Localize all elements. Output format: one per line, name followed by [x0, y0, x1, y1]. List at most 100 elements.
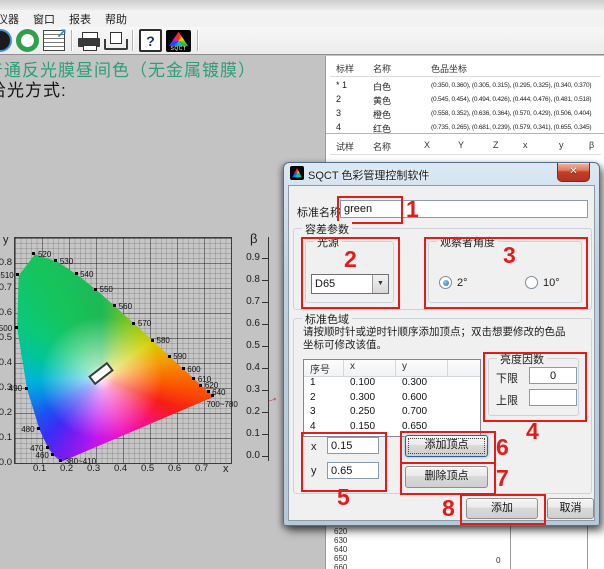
vertex-cell: 0.300 — [344, 392, 396, 407]
y-tick-label: 0.5 — [0, 332, 12, 343]
vertex-table-header: 序号xy — [304, 360, 480, 377]
page-subtitle: 给光方式: — [0, 76, 67, 101]
standards-col-header: 色品坐标 — [431, 62, 467, 75]
wavelength-label: 470 — [30, 444, 43, 453]
wavelength-label: 600 — [187, 365, 200, 374]
vertex-cell: 0.300 — [396, 377, 448, 392]
standards-row-id[interactable]: 4 — [336, 122, 341, 132]
beta-tick-label: 0.0 — [234, 450, 260, 461]
locus-point-dot — [25, 387, 28, 390]
beta-tick-label: 0.9 — [234, 252, 260, 263]
wavelength-label: 540 — [80, 270, 93, 279]
standards-row-name[interactable]: 黄色 — [373, 94, 391, 107]
menu-item-0[interactable]: 仪器 — [0, 10, 26, 28]
beta-tick-label: 0.1 — [234, 428, 260, 439]
wavelength-label: 570 — [138, 319, 151, 328]
samples-col-header: 名称 — [373, 140, 391, 153]
wavelength-label: 550 — [100, 285, 113, 294]
arrow-icon: ↗ — [56, 26, 67, 42]
wavelength-label: 510 — [0, 271, 13, 280]
samples-col-header: y — [559, 140, 564, 150]
standards-row-id[interactable]: * 1 — [336, 80, 347, 90]
y-tick-label: 0.1 — [0, 432, 12, 443]
wavelength-label: 380~410 — [65, 457, 96, 466]
y-axis-title: y — [3, 234, 9, 246]
spectral-value: 0 — [496, 556, 500, 565]
locus-point-dot — [94, 288, 97, 291]
toolbar-separator — [197, 30, 198, 51]
locus-point-dot — [54, 259, 57, 262]
locus-point-dot — [132, 322, 135, 325]
standards-row-id[interactable]: 2 — [336, 94, 341, 104]
locus-point-dot — [151, 339, 154, 342]
vertex-row[interactable]: 10.1000.300 — [304, 377, 480, 392]
vertex-cell: 3 — [304, 406, 344, 421]
spectral-wavelength: 660 — [334, 563, 347, 569]
table-rule — [326, 133, 604, 134]
print-icon[interactable] — [78, 32, 100, 50]
vertex-cell: 0.600 — [396, 392, 448, 407]
standards-col-header: 名称 — [373, 62, 391, 75]
beta-tick-label: 0.2 — [234, 406, 260, 417]
x-tick-label: 0.7 — [195, 463, 208, 474]
measure-target-icon[interactable] — [0, 29, 12, 52]
locus-point-dot — [192, 377, 195, 380]
x-tick-label: 0.1 — [33, 463, 46, 474]
beta-tick-label: 0.5 — [234, 340, 260, 351]
wavelength-label: 530 — [60, 257, 73, 266]
samples-col-header: Y — [458, 140, 464, 150]
vertex-col-header: x — [344, 360, 396, 376]
menu-item-1[interactable]: 窗口 — [26, 10, 62, 28]
wavelength-label: 490 — [9, 384, 22, 393]
calibrate-circle-icon[interactable] — [16, 29, 39, 52]
wavelength-label: 560 — [119, 302, 132, 311]
wavelength-label: 590 — [173, 352, 186, 361]
locus-point-dot — [168, 355, 171, 358]
samples-col-header: 试样 — [336, 140, 354, 153]
toolbar-separator — [132, 30, 133, 51]
vertex-cell: 1 — [304, 377, 344, 392]
wavelength-label: 480 — [21, 425, 34, 434]
annotation-box-8 — [460, 494, 546, 525]
red-annotation-arrow: → — [264, 389, 280, 406]
standards-row-coords[interactable]: (0.735, 0.265), (0.681, 0.239), (0.579, … — [431, 124, 603, 131]
annotation-box-5 — [301, 432, 387, 492]
dialog-logo-icon — [290, 166, 304, 180]
wavelength-label: 520 — [38, 250, 51, 259]
export-report-icon[interactable]: ↗ — [43, 30, 65, 51]
close-button[interactable]: ✕ — [557, 163, 590, 182]
cancel-button[interactable]: 取消 — [547, 498, 594, 519]
spectral-wavelength: 650 — [334, 554, 347, 563]
table-gridline — [510, 525, 511, 569]
vertex-row[interactable]: 30.2500.700 — [304, 406, 480, 421]
locus-point-dot — [16, 273, 19, 276]
spectral-wavelength: 630 — [334, 536, 347, 545]
beta-tick-label: 0.8 — [234, 274, 260, 285]
menu-item-2[interactable]: 报表 — [62, 10, 98, 28]
beta-tick-label: 0.3 — [234, 384, 260, 395]
standards-row-name[interactable]: 橙色 — [373, 108, 391, 121]
vertex-table[interactable]: 序号xy10.1000.30020.3000.60030.2500.70040.… — [303, 359, 481, 437]
spectral-wavelength: 620 — [334, 527, 347, 536]
annotation-number-3: 3 — [503, 244, 516, 266]
standards-row-id[interactable]: 3 — [336, 108, 341, 118]
spectral-wavelength: 640 — [334, 545, 347, 554]
x-axis-title: x — [223, 463, 229, 475]
standards-row-coords[interactable]: (0.558, 0.352), (0.636, 0.364), (0.570, … — [431, 110, 603, 117]
vertex-cell: 0.100 — [344, 377, 396, 392]
help-icon[interactable]: ? — [139, 29, 162, 52]
standards-row-coords[interactable]: (0.545, 0.454), (0.494, 0.426), (0.444, … — [431, 96, 603, 103]
annotation-number-5: 5 — [337, 486, 350, 508]
standards-row-name[interactable]: 白色 — [373, 80, 391, 93]
locus-point-dot — [211, 394, 214, 397]
annotation-box-1 — [337, 196, 403, 224]
menu-item-3[interactable]: 帮助 — [98, 10, 134, 28]
locus-point-dot — [199, 384, 202, 387]
y-tick-label: 0.0 — [0, 457, 12, 468]
print-preview-icon[interactable] — [104, 32, 126, 50]
sqct-logo-icon[interactable]: SQCT — [166, 30, 191, 52]
vertex-row[interactable]: 20.3000.600 — [304, 392, 480, 407]
table-rule — [330, 76, 601, 77]
instruction-text: 请按顺时针或逆时针顺序添加顶点；双击想要修改的色品坐标可修改该值。 — [303, 326, 571, 352]
standards-row-coords[interactable]: (0.350, 0.360), (0.305, 0.315), (0.295, … — [431, 82, 603, 89]
